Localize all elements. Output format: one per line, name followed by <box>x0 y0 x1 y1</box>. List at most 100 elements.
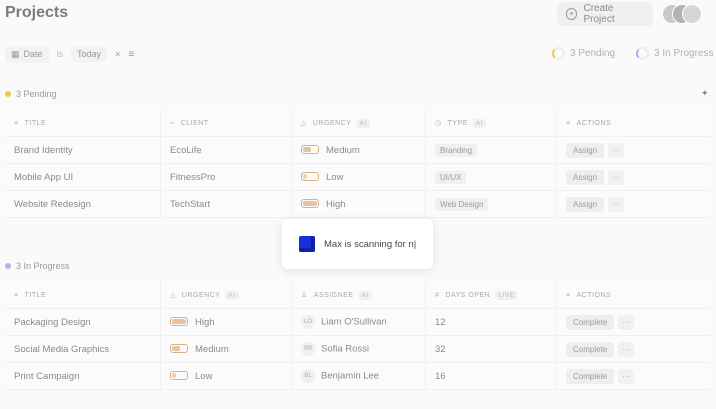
column-header-actions[interactable]: ≡ ACTIONS <box>556 282 710 309</box>
cell-title: Website Redesign <box>5 190 161 218</box>
date-filter-chip[interactable]: ▦ Date <box>5 45 49 63</box>
pending-summary[interactable]: 3 Pending <box>552 42 615 64</box>
in-progress-section-header[interactable]: 3 In Progress <box>5 261 70 271</box>
cell-title: Social Media Graphics <box>5 335 161 363</box>
column-header-days-open[interactable]: # DAYS OPEN LIVE <box>425 282 557 309</box>
cell-client: EcoLife <box>160 136 292 164</box>
pin-icon[interactable]: ✦ <box>701 88 709 99</box>
assign-button[interactable]: Assign <box>566 196 605 212</box>
lines-icon: ≡ <box>566 119 571 127</box>
table-row[interactable]: Social Media Graphics Medium SR Sofia Ros… <box>5 335 710 363</box>
cell-type: Branding <box>425 136 557 164</box>
table-row[interactable]: Packaging Design High LO Liam O'Sullivan … <box>5 308 710 336</box>
urgency-low-icon <box>301 172 319 182</box>
cell-days-open: 32 <box>425 335 557 363</box>
more-options-button[interactable]: ··· <box>618 368 635 384</box>
table-row[interactable]: Print Campaign Low BL Benjamin Lee 16 Com… <box>5 362 710 390</box>
cell-title: Brand Identity <box>5 136 161 164</box>
column-header-assignee[interactable]: ♙ ASSIGNEE AI <box>291 282 426 309</box>
in-progress-table: ≡ TITLE △ URGENCY AI ♙ ASSIGNEE AI # DAYS OPEN… <box>5 282 710 390</box>
in-progress-section-label: 3 In Progress <box>16 261 70 271</box>
cell-actions: Complete ··· <box>556 362 710 390</box>
column-header-actions[interactable]: ≡ ACTIONS <box>556 110 710 137</box>
more-options-button[interactable]: ··· <box>618 341 635 357</box>
live-badge: LIVE <box>495 290 518 300</box>
table-header-row: ≡ TITLE ⌁ CLIENT △ URGENCY AI ◷ TYPE AI ≡ ACTIO… <box>5 110 710 137</box>
list-icon[interactable]: ≡ <box>128 49 134 60</box>
cell-type: Web Design <box>425 190 557 218</box>
cell-assignee: SR Sofia Rossi <box>291 335 426 363</box>
type-tag: Web Design <box>435 197 489 211</box>
cell-client: FitnessPro <box>160 163 292 191</box>
column-header-urgency[interactable]: △ URGENCY AI <box>160 282 292 309</box>
more-options-button[interactable]: ··· <box>618 314 635 330</box>
urgency-high-icon <box>170 317 188 327</box>
cell-urgency: Low <box>160 362 292 390</box>
cell-days-open: 12 <box>425 308 557 336</box>
cube-icon <box>299 236 315 252</box>
date-filter-label: Date <box>23 49 43 59</box>
table-row[interactable]: Website Redesign TechStart High Web Desi… <box>5 190 710 218</box>
close-icon[interactable]: × <box>115 49 120 59</box>
date-value-label: Today <box>77 49 102 59</box>
complete-button[interactable]: Complete <box>566 314 615 330</box>
lines-icon: ≡ <box>14 119 19 127</box>
urgency-low-icon <box>170 371 188 381</box>
table-row[interactable]: Brand Identity EcoLife Medium Branding A… <box>5 136 710 164</box>
page-title: Projects <box>5 4 69 21</box>
avatar: SR <box>301 342 315 356</box>
scanning-popup: Max is scanning for n| <box>282 219 433 269</box>
complete-button[interactable]: Complete <box>566 368 615 384</box>
cell-urgency: Low <box>291 163 426 191</box>
user-icon: ♙ <box>301 291 308 299</box>
urgency-medium-icon <box>170 344 188 354</box>
cell-client: TechStart <box>160 190 292 218</box>
column-header-urgency[interactable]: △ URGENCY AI <box>291 110 426 137</box>
urgency-medium-icon <box>301 145 319 155</box>
cell-urgency: High <box>291 190 426 218</box>
progress-ring-icon <box>636 46 649 60</box>
table-row[interactable]: Mobile App UI FitnessPro Low UI/UX Assig… <box>5 163 710 191</box>
in-progress-dot <box>5 263 11 269</box>
assign-button[interactable]: Assign <box>566 142 605 158</box>
ai-badge: AI <box>225 290 239 300</box>
avatar: BL <box>301 369 315 383</box>
type-tag: Branding <box>435 143 478 157</box>
in-progress-summary-label: 3 In Progress <box>654 47 714 59</box>
assign-button[interactable]: Assign <box>566 169 605 185</box>
column-header-title[interactable]: ≡ TITLE <box>5 282 161 309</box>
more-options-button[interactable]: ··· <box>608 196 625 212</box>
avatar[interactable] <box>682 4 702 24</box>
pending-section-label: 3 Pending <box>16 89 57 99</box>
warning-icon: △ <box>301 119 307 127</box>
column-header-client[interactable]: ⌁ CLIENT <box>160 110 292 137</box>
ai-badge: AI <box>472 118 487 128</box>
cell-actions: Assign ··· <box>556 136 710 164</box>
filter-bar: ▦ Date is Today × ≡ <box>5 44 134 64</box>
pending-ring-icon <box>552 46 565 60</box>
cell-type: UI/UX <box>425 163 557 191</box>
more-options-button[interactable]: ··· <box>608 142 625 158</box>
more-options-button[interactable]: ··· <box>608 169 625 185</box>
lines-icon: ≡ <box>14 291 19 299</box>
scanning-text: Max is scanning for n| <box>324 238 417 250</box>
complete-button[interactable]: Complete <box>566 341 615 357</box>
plus-circle-icon: + <box>566 8 578 20</box>
avatar-group[interactable] <box>662 4 708 24</box>
create-project-button[interactable]: + Create Project <box>557 2 653 26</box>
type-tag: UI/UX <box>435 170 467 184</box>
in-progress-summary[interactable]: 3 In Progress <box>636 42 713 64</box>
date-value-chip[interactable]: Today <box>71 46 108 62</box>
create-project-label: Create Project <box>583 3 615 25</box>
cell-urgency: High <box>160 308 292 336</box>
cell-assignee: BL Benjamin Lee <box>291 362 426 390</box>
column-header-title[interactable]: ≡ TITLE <box>5 110 161 137</box>
lines-icon: ≡ <box>566 291 571 299</box>
avatar: LO <box>301 315 315 329</box>
urgency-high-icon <box>301 199 319 209</box>
cell-assignee: LO Liam O'Sullivan <box>291 308 426 336</box>
cell-actions: Complete ··· <box>556 308 710 336</box>
pending-section-header[interactable]: 3 Pending <box>5 89 57 99</box>
column-header-type[interactable]: ◷ TYPE AI <box>425 110 557 137</box>
cell-urgency: Medium <box>291 136 426 164</box>
